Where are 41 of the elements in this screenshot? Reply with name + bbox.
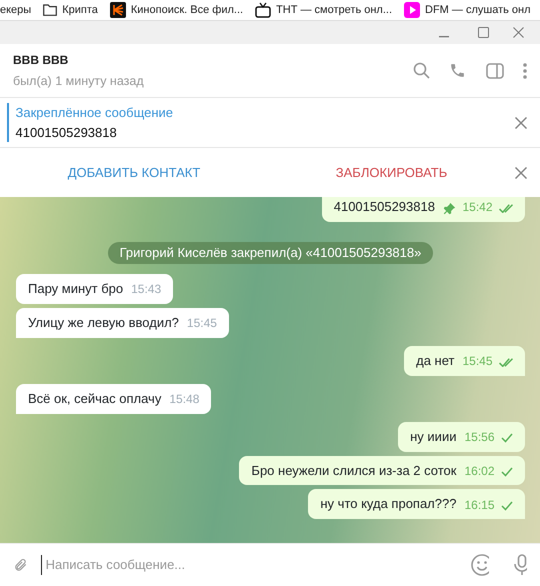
close-icon[interactable] <box>515 116 527 128</box>
pinned-text: 41001505293818 <box>16 124 118 142</box>
message-text: ну ииии <box>410 428 456 446</box>
message-text: Улицу же левую вводил? <box>28 315 179 332</box>
message-text: Бро неужели слился из-за 2 соток <box>251 462 456 480</box>
maximize-icon[interactable] <box>478 27 489 38</box>
message-text: 41001505293818 <box>334 199 435 216</box>
message-text: Всё ок, сейчас оплачу <box>28 390 162 408</box>
bookmark-link[interactable]: екеры <box>0 2 32 18</box>
block-button[interactable]: ЗАБЛОКИРОВАТЬ <box>334 162 448 184</box>
tv-icon <box>255 2 272 18</box>
search-icon[interactable] <box>412 62 430 79</box>
bookmark-link[interactable]: Крипта <box>62 2 98 18</box>
emoji-icon[interactable] <box>471 554 490 576</box>
service-message: Григорий Киселёв закрепил(а) «41001505293818» <box>108 242 434 264</box>
more-menu-icon[interactable] <box>523 62 527 78</box>
bookmark-link[interactable]: Кинопоиск. Все фил... <box>130 2 244 18</box>
message-time: 15:48 <box>169 392 200 408</box>
phone-icon[interactable] <box>449 62 466 79</box>
message-time: 15:43 <box>131 282 162 298</box>
contact-name: BBB BBB <box>13 52 70 68</box>
message-time: 16:15 <box>464 498 494 514</box>
message-time: 15:45 <box>186 316 217 332</box>
close-icon[interactable] <box>513 27 524 38</box>
close-icon[interactable] <box>515 166 527 178</box>
message-input[interactable]: Написать сообщение... <box>40 555 458 575</box>
message-time: 16:02 <box>464 464 494 480</box>
kinopoisk-logo-icon <box>110 2 126 18</box>
message-time: 15:42 <box>462 200 492 216</box>
folder-icon <box>43 4 58 16</box>
bookmark-link[interactable]: ТНТ — смотреть онл... <box>276 2 392 18</box>
bookmark-link[interactable]: DFM — слушать онл <box>425 2 531 18</box>
message-text: Пару минут бро <box>28 281 124 298</box>
minimize-icon[interactable] <box>439 36 449 38</box>
sidebar-toggle-icon[interactable] <box>486 62 504 78</box>
message-text: да нет <box>416 352 454 370</box>
message-time: 15:45 <box>462 354 492 370</box>
message-text: ну что куда пропал??? <box>320 496 456 514</box>
message-time: 15:56 <box>464 430 494 446</box>
last-seen-status: был(а) 1 минуту назад <box>13 72 145 90</box>
microphone-icon[interactable] <box>514 554 527 576</box>
